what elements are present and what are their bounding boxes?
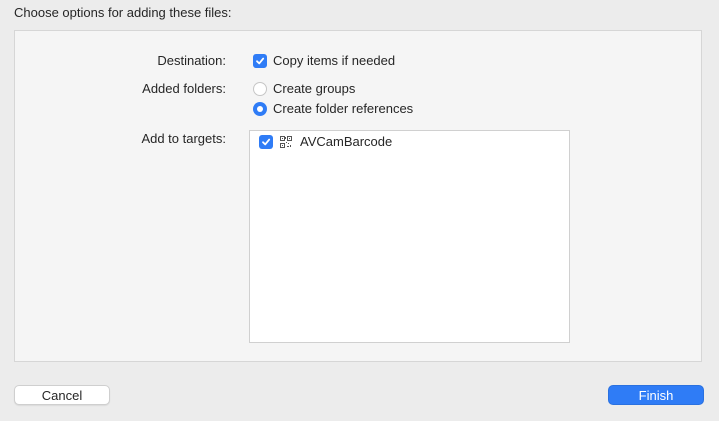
copy-items-checkbox[interactable]: Copy items if needed (253, 53, 395, 68)
target-checkbox[interactable] (259, 134, 273, 149)
targets-list[interactable]: AVCamBarcode (249, 130, 570, 343)
added-folders-label: Added folders: (142, 81, 226, 96)
qr-code-icon (280, 135, 292, 148)
create-folder-references-label: Create folder references (273, 101, 414, 116)
add-files-dialog: Choose options for adding these files: D… (0, 0, 719, 421)
create-groups-label: Create groups (273, 81, 356, 96)
dialog-heading: Choose options for adding these files: (14, 5, 232, 20)
finish-button[interactable]: Finish (608, 385, 704, 405)
create-groups-radio[interactable]: Create groups (253, 81, 355, 96)
target-item-avcambarcode[interactable]: AVCamBarcode (259, 134, 392, 149)
target-name: AVCamBarcode (300, 134, 393, 149)
radio-unselected-icon (253, 81, 267, 96)
copy-items-label: Copy items if needed (273, 53, 396, 68)
radio-selected-icon (253, 101, 267, 116)
checkmark-icon (253, 53, 267, 68)
cancel-button[interactable]: Cancel (14, 385, 110, 405)
create-folder-references-radio[interactable]: Create folder references (253, 101, 413, 116)
add-to-targets-label: Add to targets: (141, 131, 226, 146)
options-panel: Destination: Copy items if needed Added … (14, 30, 702, 362)
destination-label: Destination: (157, 53, 226, 68)
